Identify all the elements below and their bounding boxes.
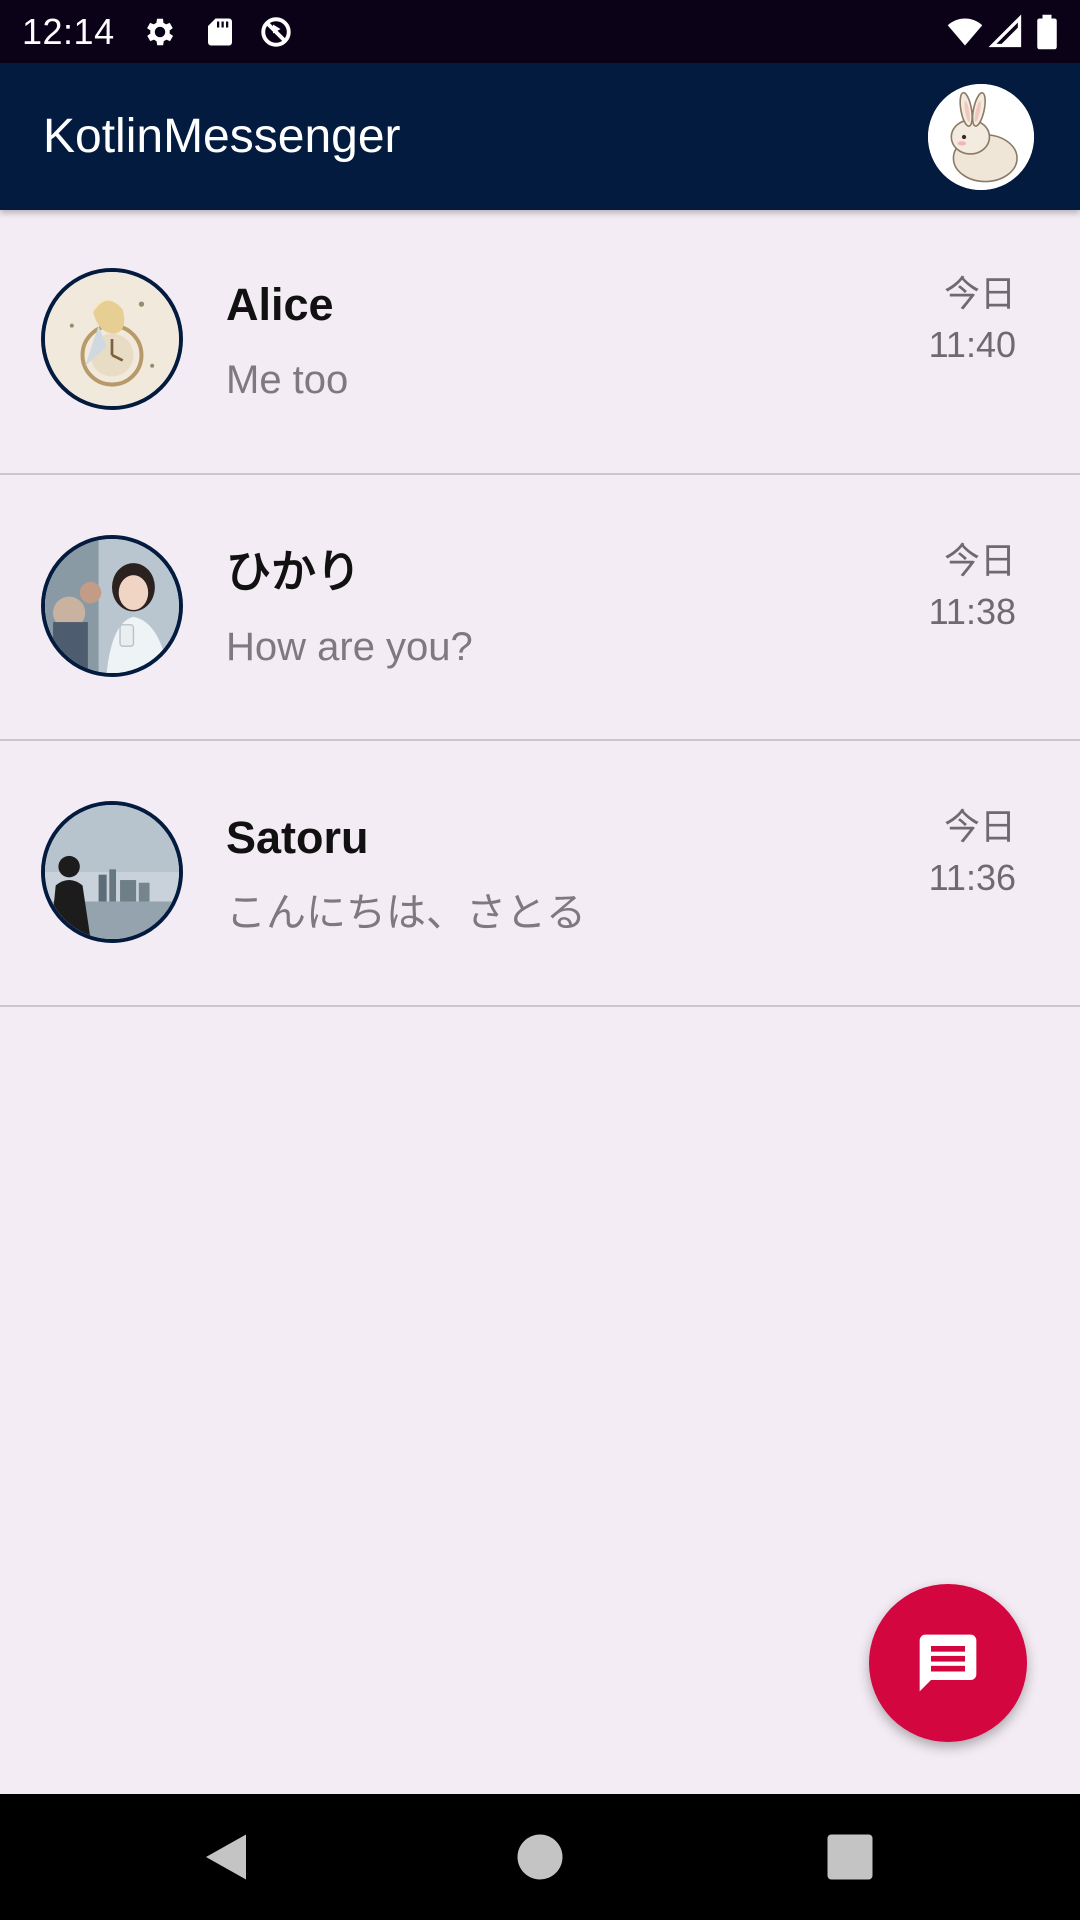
message-icon <box>919 1634 977 1692</box>
hikari-avatar <box>41 535 183 677</box>
satoru-avatar <box>41 801 183 943</box>
contact-name: Satoru <box>226 812 369 863</box>
conversation-row-satoru[interactable]: Satoru こんにちは、さとる 今日 11:36 <box>0 743 1080 1007</box>
wifi-icon <box>944 14 986 50</box>
app-bar: KotlinMessenger <box>0 63 1080 210</box>
message-time: 11:36 <box>928 857 1016 898</box>
gear-icon <box>142 14 178 50</box>
battery-icon <box>1034 14 1060 50</box>
app-title: KotlinMessenger <box>43 110 401 163</box>
message-preview: Me too <box>226 358 349 402</box>
back-icon[interactable] <box>196 1827 256 1887</box>
contact-name: Alice <box>226 279 334 330</box>
contact-name: ひかり <box>226 546 362 597</box>
message-date: 今日 <box>943 806 1016 847</box>
recents-icon[interactable] <box>820 1827 880 1887</box>
new-message-button[interactable] <box>869 1584 1027 1742</box>
message-preview: How are you? <box>226 625 473 669</box>
message-date: 今日 <box>943 273 1016 314</box>
profile-avatar-button[interactable] <box>928 84 1034 190</box>
message-date: 今日 <box>943 540 1016 581</box>
sync-off-icon <box>258 14 294 50</box>
signal-icon <box>988 14 1024 50</box>
home-icon[interactable] <box>510 1827 570 1887</box>
message-time: 11:38 <box>928 591 1016 632</box>
status-bar: 12:14 <box>0 0 1080 63</box>
message-preview: こんにちは、さとる <box>226 891 586 935</box>
message-time: 11:40 <box>928 324 1016 365</box>
conversation-list: Alice Me too 今日 11:40 ひかり How are you? 今… <box>0 210 1080 1007</box>
conversation-row-hikari[interactable]: ひかり How are you? 今日 11:38 <box>0 477 1080 741</box>
conversation-row-alice[interactable]: Alice Me too 今日 11:40 <box>0 210 1080 475</box>
rabbit-avatar <box>928 84 1034 190</box>
sd-card-icon <box>202 14 238 50</box>
alice-avatar <box>41 268 183 410</box>
status-time: 12:14 <box>22 11 115 52</box>
navigation-bar <box>0 1794 1080 1920</box>
